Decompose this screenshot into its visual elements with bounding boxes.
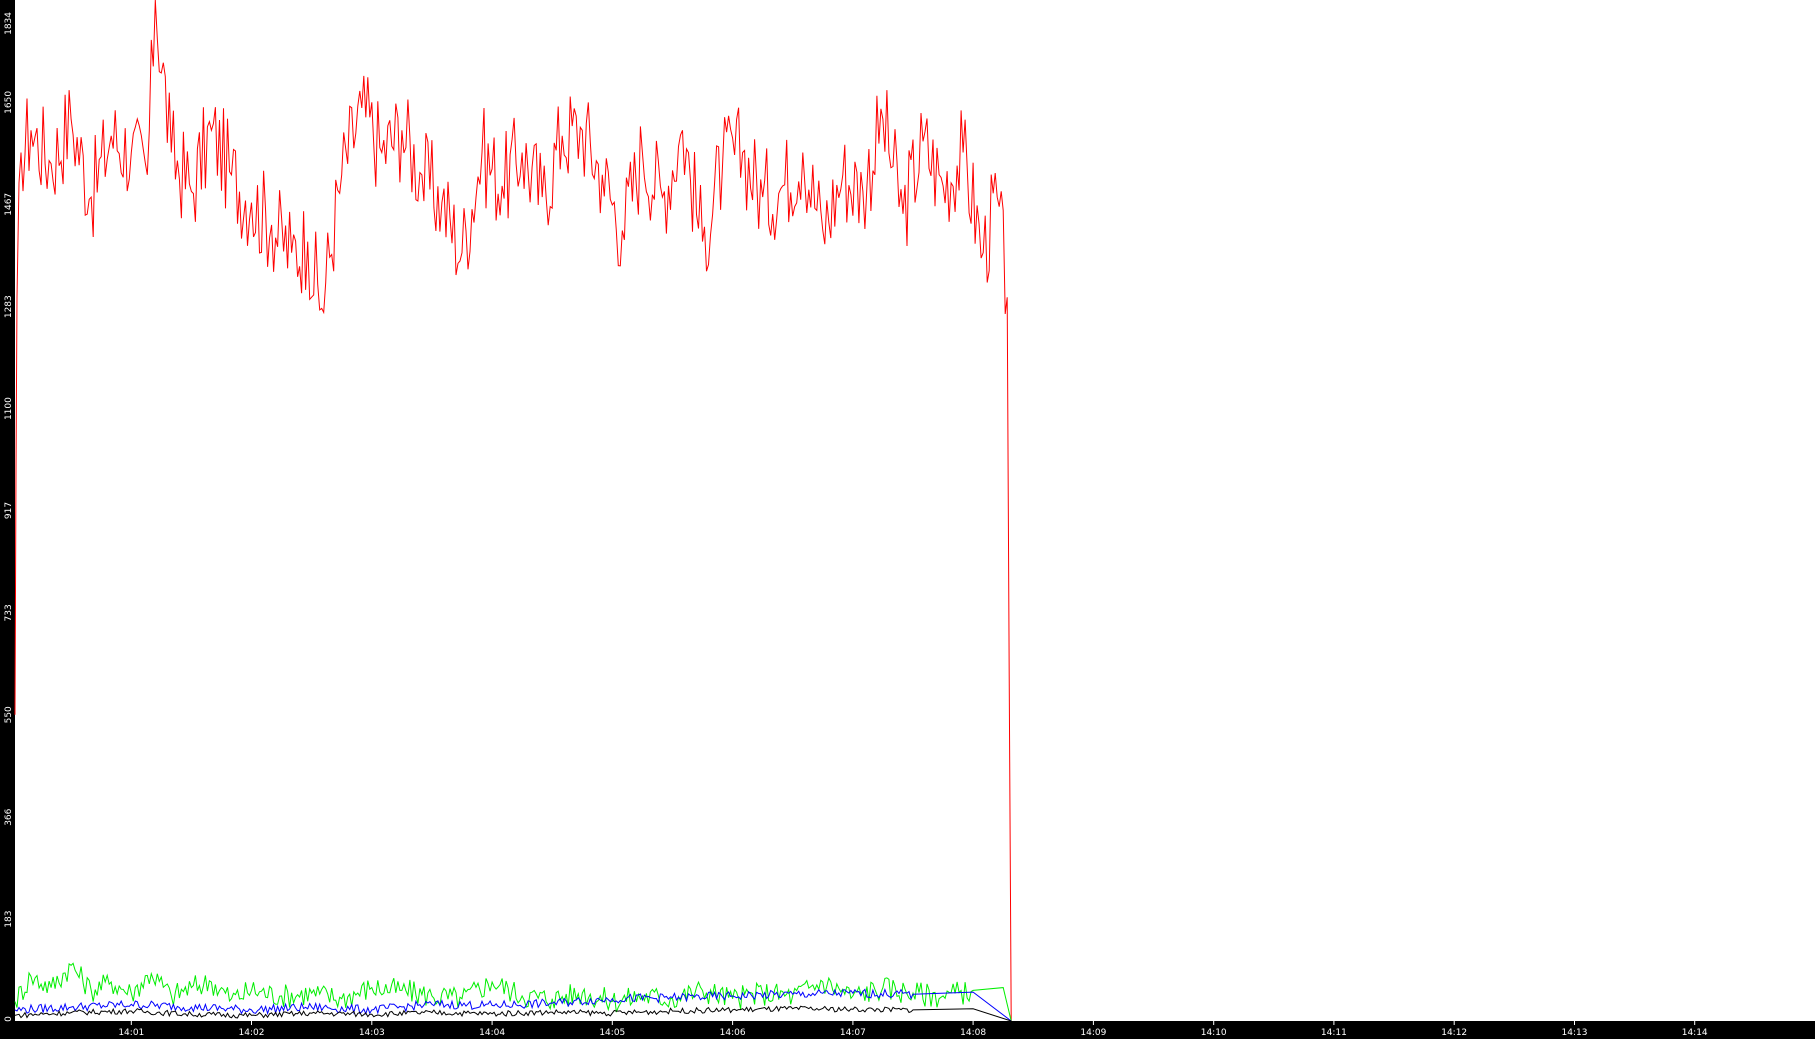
y-tick-label: 1834	[4, 12, 14, 35]
y-tick-label: 1650	[4, 91, 14, 114]
y-tick-label: 1467	[4, 193, 14, 216]
x-axis-strip	[0, 1021, 1815, 1039]
chart-area: 0 183 366 550 733 917 1100 1283 1467 1650 1834 14:…	[0, 0, 1815, 1039]
x-tick-label: 14:01	[118, 1028, 144, 1038]
y-tick-label: 550	[4, 706, 14, 723]
x-tick-label: 14:02	[239, 1028, 265, 1038]
x-tick-label: 14:14	[1682, 1028, 1708, 1038]
y-tick-label: 0	[4, 1016, 14, 1022]
x-tick-label: 14:11	[1321, 1028, 1347, 1038]
x-tick-label: 14:05	[599, 1028, 625, 1038]
y-tick-label: 1100	[4, 397, 14, 420]
x-tick-label: 14:03	[359, 1028, 385, 1038]
x-tick-label: 14:08	[960, 1028, 986, 1038]
y-tick-label: 917	[4, 502, 14, 519]
x-tick-label: 14:04	[479, 1028, 505, 1038]
y-tick-label: 733	[4, 604, 14, 621]
x-tick-label: 14:07	[840, 1028, 866, 1038]
y-tick-label: 183	[4, 911, 14, 928]
y-tick-label: 366	[4, 808, 14, 825]
x-tick-label: 14:09	[1080, 1028, 1106, 1038]
x-tick-label: 14:06	[720, 1028, 746, 1038]
x-tick-label: 14:12	[1441, 1028, 1467, 1038]
x-tick-label: 14:10	[1201, 1028, 1227, 1038]
plot-background	[0, 0, 1815, 1039]
x-tick-label: 14:13	[1562, 1028, 1588, 1038]
line-chart: 0 183 366 550 733 917 1100 1283 1467 1650 1834 14:…	[0, 0, 1815, 1039]
y-tick-label: 1283	[4, 295, 14, 318]
